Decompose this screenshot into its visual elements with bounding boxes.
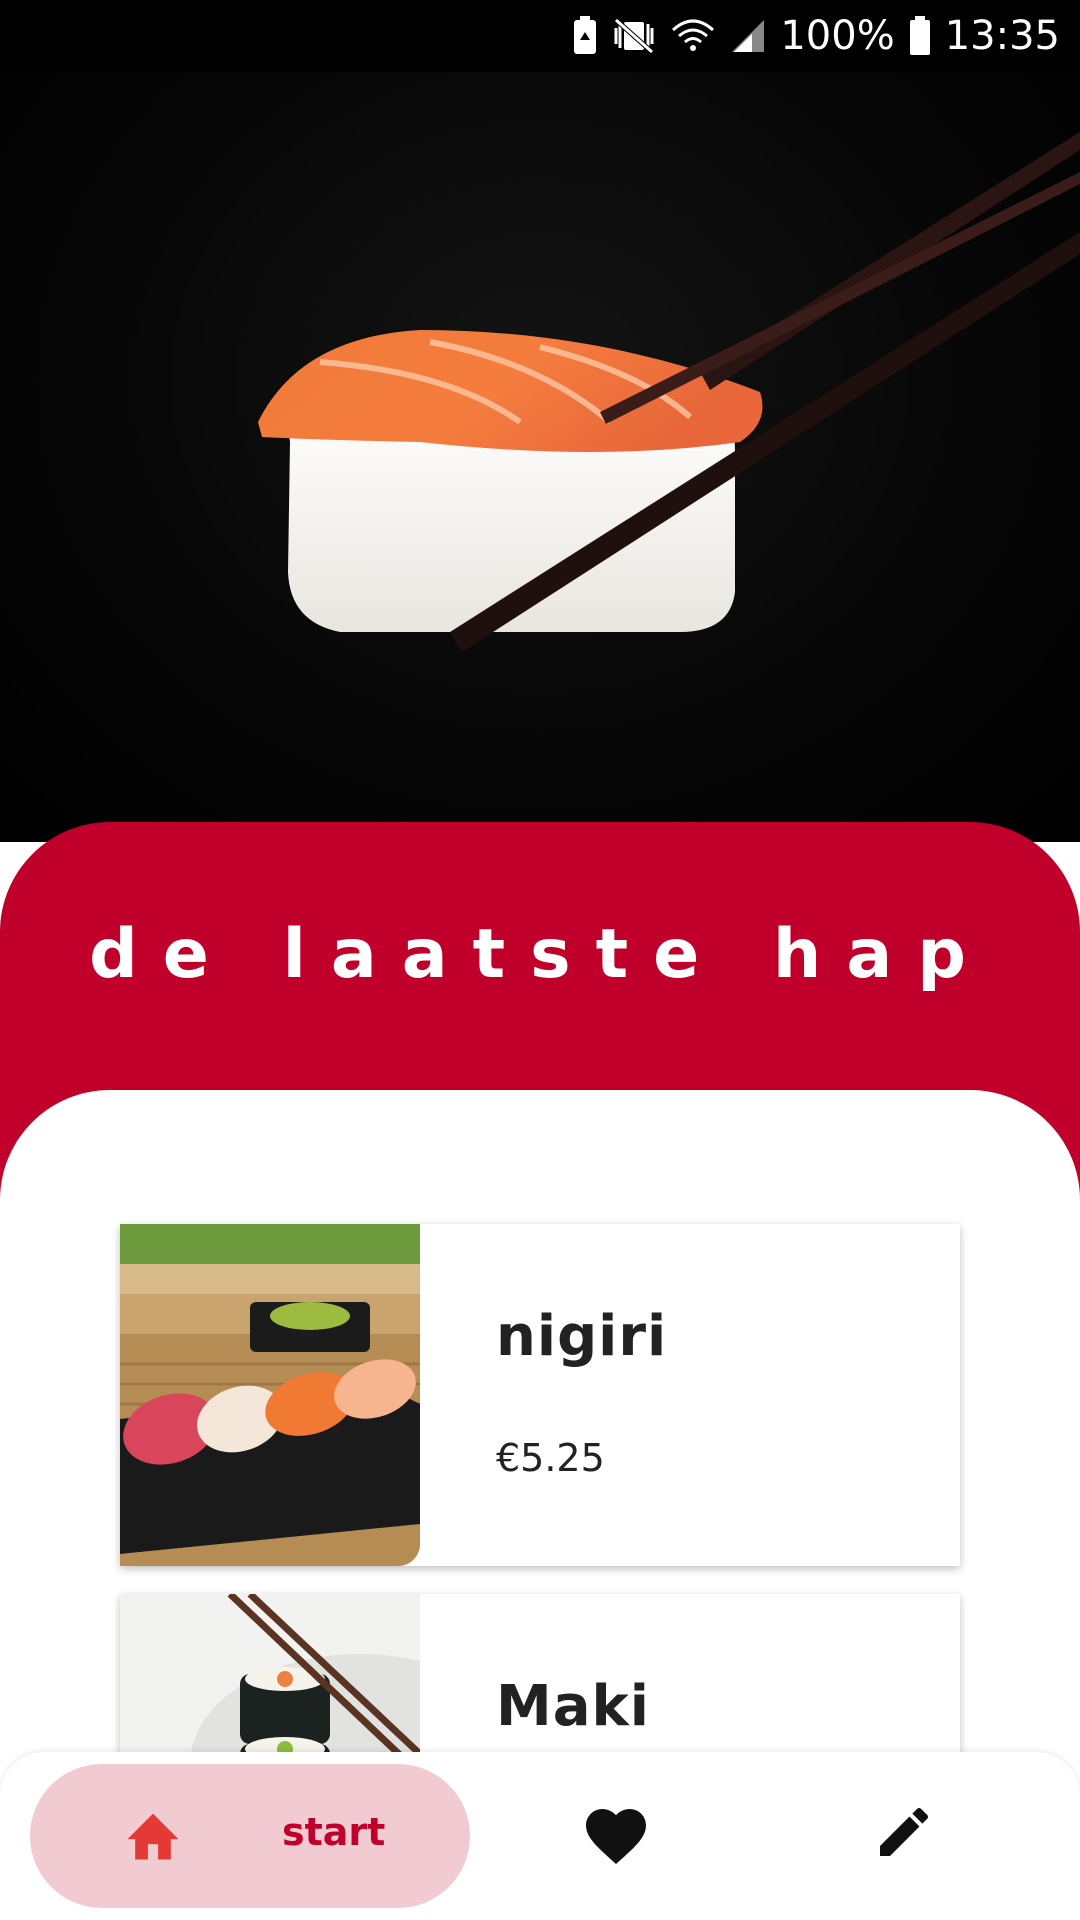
menu-item-nigiri[interactable]: nigiri €5.25 xyxy=(120,1224,960,1566)
battery-saver-icon xyxy=(574,16,597,54)
nigiri-image xyxy=(120,1224,420,1566)
app-title: de laatste hap xyxy=(89,915,991,994)
nav-favorites-tab[interactable] xyxy=(580,1800,652,1872)
battery-percent: 100% xyxy=(780,13,895,59)
nav-start-label: start xyxy=(282,1810,386,1854)
heart-icon xyxy=(586,1809,646,1865)
battery-icon xyxy=(909,16,930,55)
pencil-icon xyxy=(880,1807,929,1856)
menu-item-name: Maki xyxy=(496,1674,650,1739)
clock: 13:35 xyxy=(944,13,1060,59)
bottom-navigation: start xyxy=(0,1752,1080,1920)
nav-start-tab[interactable]: start xyxy=(30,1764,470,1908)
menu-item-name: nigiri xyxy=(496,1304,668,1369)
menu-item-price: €5.25 xyxy=(496,1436,605,1480)
vibrate-icon xyxy=(614,18,655,54)
status-bar: 100% 13:35 xyxy=(0,0,1080,72)
home-icon xyxy=(127,1813,179,1860)
signal-icon xyxy=(732,20,765,52)
wifi-icon xyxy=(672,19,715,51)
nav-edit-tab[interactable] xyxy=(872,1800,944,1872)
hero-image xyxy=(0,72,1080,842)
